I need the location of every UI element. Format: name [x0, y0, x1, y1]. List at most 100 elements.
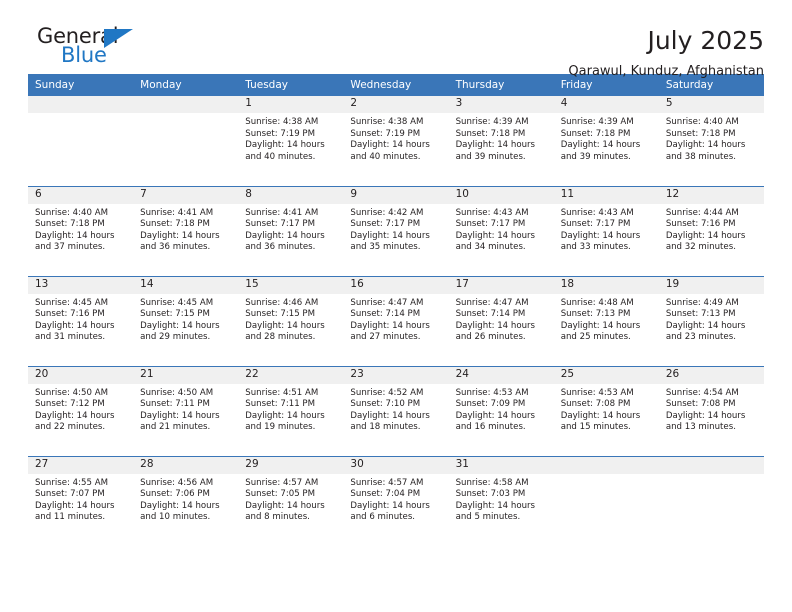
calendar-day-cell[interactable]: 30 Sunrise: 4:57 AM Sunset: 7:04 PM Dayligh…: [343, 455, 449, 546]
calendar-day-cell[interactable]: 14 Sunrise: 4:45 AM Sunset: 7:15 PM Dayligh…: [133, 275, 239, 366]
sunset-text: Sunset: 7:16 PM: [35, 309, 105, 320]
daylight-text-line2: and 34 minutes.: [455, 242, 526, 253]
day-details: Sunrise: 4:54 AM Sunset: 7:08 PM Daylight:…: [659, 384, 764, 434]
calendar-day-cell[interactable]: 5 Sunrise: 4:40 AM Sunset: 7:18 PM Daylight…: [658, 96, 764, 186]
calendar-day-cell[interactable]: 6 Sunrise: 4:40 AM Sunset: 7:18 PM Daylight…: [28, 185, 134, 276]
sunset-text: Sunset: 7:18 PM: [35, 219, 105, 230]
daylight-text-line1: Daylight: 14 hours: [350, 500, 430, 511]
day-details: Sunrise: 4:57 AM Sunset: 7:05 PM Daylight:…: [238, 474, 343, 524]
sunrise-text: Sunrise: 4:47 AM: [350, 297, 424, 308]
calendar-day-cell[interactable]: 10 Sunrise: 4:43 AM Sunset: 7:17 PM Dayligh…: [448, 185, 554, 276]
calendar-day-cell[interactable]: 15 Sunrise: 4:46 AM Sunset: 7:15 PM Dayligh…: [238, 275, 344, 366]
sunrise-text: Sunrise: 4:56 AM: [140, 477, 214, 488]
day-number: [28, 96, 134, 113]
calendar-day-cell[interactable]: 31 Sunrise: 4:58 AM Sunset: 7:03 PM Dayligh…: [448, 455, 554, 546]
sunset-text: Sunset: 7:17 PM: [455, 219, 526, 230]
calendar-day-cell[interactable]: 22 Sunrise: 4:51 AM Sunset: 7:11 PM Dayligh…: [238, 365, 344, 456]
sunrise-text: Sunrise: 4:43 AM: [455, 207, 529, 218]
daylight-text-line1: Daylight: 14 hours: [140, 500, 220, 511]
day-number: 28: [133, 456, 239, 474]
calendar-day-cell[interactable]: 12 Sunrise: 4:44 AM Sunset: 7:16 PM Dayligh…: [658, 185, 764, 276]
calendar-day-cell[interactable]: 23 Sunrise: 4:52 AM Sunset: 7:10 PM Dayligh…: [343, 365, 449, 456]
calendar-day-cell[interactable]: 26 Sunrise: 4:54 AM Sunset: 7:08 PM Dayligh…: [658, 365, 764, 456]
day-number: 13: [28, 276, 134, 294]
sunrise-text: Sunrise: 4:39 AM: [455, 117, 529, 127]
sunset-text: Sunset: 7:04 PM: [350, 489, 421, 500]
sunrise-text: Sunrise: 4:52 AM: [350, 387, 424, 398]
day-details: Sunrise: 4:40 AM Sunset: 7:18 PM Daylight:…: [28, 204, 133, 254]
day-details: Sunrise: 4:44 AM Sunset: 7:16 PM Daylight:…: [659, 204, 764, 254]
daylight-text-line2: and 10 minutes.: [140, 512, 211, 523]
weekday-header-tuesday: Tuesday: [238, 74, 344, 96]
daylight-text-line2: and 31 minutes.: [35, 332, 106, 343]
sunset-text: Sunset: 7:19 PM: [350, 128, 421, 139]
daylight-text-line2: and 23 minutes.: [665, 332, 736, 343]
calendar-day-cell[interactable]: 17 Sunrise: 4:47 AM Sunset: 7:14 PM Dayligh…: [448, 275, 554, 366]
daylight-text-line1: Daylight: 14 hours: [140, 230, 220, 241]
daylight-text-line1: Daylight: 14 hours: [560, 320, 641, 331]
calendar-day-cell[interactable]: 9 Sunrise: 4:42 AM Sunset: 7:17 PM Daylight…: [343, 185, 449, 276]
calendar-day-cell[interactable]: 24 Sunrise: 4:53 AM Sunset: 7:09 PM Dayligh…: [448, 365, 554, 456]
calendar-day-cell[interactable]: 2 Sunrise: 4:38 AM Sunset: 7:19 PM Daylight…: [343, 96, 449, 186]
calendar-day-cell[interactable]: 29 Sunrise: 4:57 AM Sunset: 7:05 PM Dayligh…: [238, 455, 344, 546]
calendar-day-cell[interactable]: 4 Sunrise: 4:39 AM Sunset: 7:18 PM Daylight…: [553, 96, 659, 186]
day-number: 9: [343, 186, 449, 204]
sunset-text: Sunset: 7:18 PM: [560, 128, 631, 139]
calendar-day-cell[interactable]: 3 Sunrise: 4:39 AM Sunset: 7:18 PM Daylight…: [448, 96, 554, 186]
calendar-day-cell[interactable]: 11 Sunrise: 4:43 AM Sunset: 7:17 PM Dayligh…: [553, 185, 659, 276]
daylight-text-line2: and 36 minutes.: [245, 242, 316, 253]
sunset-text: Sunset: 7:12 PM: [35, 399, 105, 410]
sunrise-text: Sunrise: 4:47 AM: [455, 297, 529, 308]
page-subtitle: Qarawul, Kunduz, Afghanistan: [568, 63, 764, 79]
calendar-day-cell[interactable]: 28 Sunrise: 4:56 AM Sunset: 7:06 PM Dayligh…: [133, 455, 239, 546]
daylight-text-line1: Daylight: 14 hours: [560, 230, 641, 241]
day-number: 17: [448, 276, 554, 294]
daylight-text-line1: Daylight: 14 hours: [350, 410, 430, 421]
sunset-text: Sunset: 7:09 PM: [455, 399, 526, 410]
weekday-header-wednesday: Wednesday: [343, 74, 449, 96]
calendar-day-cell[interactable]: 13 Sunrise: 4:45 AM Sunset: 7:16 PM Dayligh…: [28, 275, 134, 366]
sunset-text: Sunset: 7:19 PM: [245, 128, 316, 139]
calendar-day-cell[interactable]: 18 Sunrise: 4:48 AM Sunset: 7:13 PM Dayligh…: [553, 275, 659, 366]
sunrise-text: Sunrise: 4:40 AM: [35, 207, 108, 218]
daylight-text-line2: and 38 minutes.: [665, 151, 736, 162]
daylight-text-line2: and 26 minutes.: [455, 332, 526, 343]
calendar-day-cell-empty: [658, 455, 764, 546]
day-details: Sunrise: 4:53 AM Sunset: 7:09 PM Daylight:…: [449, 384, 554, 434]
generalblue-logo[interactable]: General Blue: [28, 26, 158, 74]
daylight-text-line2: and 8 minutes.: [245, 512, 310, 523]
sunset-text: Sunset: 7:11 PM: [245, 399, 316, 410]
day-number: 22: [238, 366, 344, 384]
sunset-text: Sunset: 7:18 PM: [455, 128, 526, 139]
sunset-text: Sunset: 7:05 PM: [245, 489, 316, 500]
calendar-day-cell[interactable]: 27 Sunrise: 4:55 AM Sunset: 7:07 PM Dayligh…: [28, 455, 134, 546]
daylight-text-line1: Daylight: 14 hours: [140, 320, 220, 331]
daylight-text-line1: Daylight: 14 hours: [140, 410, 220, 421]
sunrise-text: Sunrise: 4:54 AM: [665, 387, 739, 398]
day-details: Sunrise: 4:49 AM Sunset: 7:13 PM Daylight:…: [659, 294, 764, 344]
calendar-day-cell[interactable]: 20 Sunrise: 4:50 AM Sunset: 7:12 PM Dayligh…: [28, 365, 134, 456]
calendar-day-cell[interactable]: 16 Sunrise: 4:47 AM Sunset: 7:14 PM Dayligh…: [343, 275, 449, 366]
daylight-text-line1: Daylight: 14 hours: [245, 410, 325, 421]
sunset-text: Sunset: 7:08 PM: [665, 399, 736, 410]
calendar-day-cell[interactable]: 25 Sunrise: 4:53 AM Sunset: 7:08 PM Dayligh…: [553, 365, 659, 456]
sunset-text: Sunset: 7:18 PM: [665, 128, 736, 139]
calendar-day-cell[interactable]: 19 Sunrise: 4:49 AM Sunset: 7:13 PM Dayligh…: [658, 275, 764, 366]
sunset-text: Sunset: 7:17 PM: [245, 219, 316, 230]
calendar-day-cell[interactable]: 1 Sunrise: 4:38 AM Sunset: 7:19 PM Daylight…: [238, 96, 344, 186]
day-number: [553, 456, 659, 474]
day-details: Sunrise: 4:52 AM Sunset: 7:10 PM Daylight:…: [343, 384, 448, 434]
day-details: Sunrise: 4:51 AM Sunset: 7:11 PM Daylight:…: [238, 384, 343, 434]
calendar-day-cell[interactable]: 7 Sunrise: 4:41 AM Sunset: 7:18 PM Daylight…: [133, 185, 239, 276]
day-number: 10: [448, 186, 554, 204]
calendar-day-cell[interactable]: 21 Sunrise: 4:50 AM Sunset: 7:11 PM Dayligh…: [133, 365, 239, 456]
day-details: Sunrise: 4:53 AM Sunset: 7:08 PM Daylight:…: [554, 384, 659, 434]
sunrise-text: Sunrise: 4:39 AM: [560, 117, 634, 127]
sunrise-text: Sunrise: 4:45 AM: [140, 297, 214, 308]
day-details: Sunrise: 4:38 AM Sunset: 7:19 PM Daylight:…: [343, 113, 448, 163]
calendar-page: General Blue July 2025 Qarawul, Kunduz, …: [0, 0, 792, 612]
calendar-day-cell[interactable]: 8 Sunrise: 4:41 AM Sunset: 7:17 PM Daylight…: [238, 185, 344, 276]
daylight-text-line1: Daylight: 14 hours: [560, 140, 641, 151]
daylight-text-line2: and 39 minutes.: [455, 151, 526, 162]
day-number: 21: [133, 366, 239, 384]
